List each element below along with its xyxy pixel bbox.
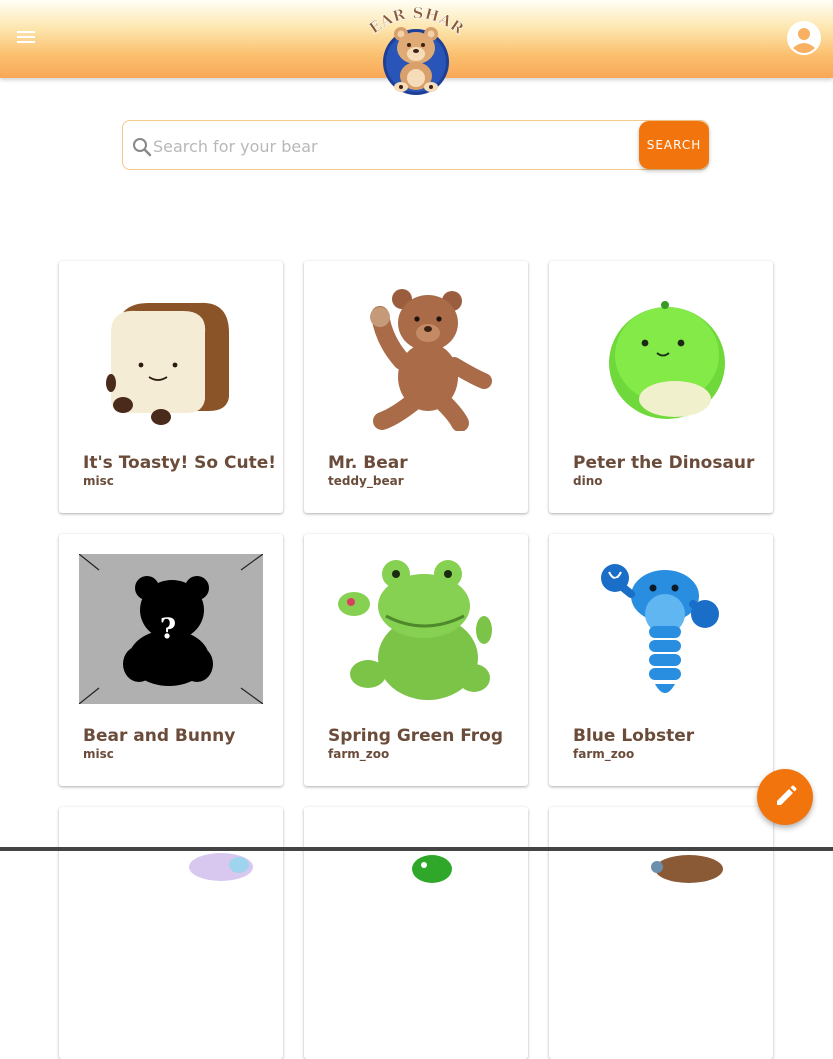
bear-card[interactable]: Spring Green Frog farm_zoo xyxy=(304,534,528,786)
bear-card[interactable]: It's Toasty! So Cute! misc xyxy=(59,261,283,513)
bear-card[interactable] xyxy=(304,807,528,1059)
placeholder-bear-question-image: ? xyxy=(79,554,263,704)
bear-card[interactable]: Mr. Bear teddy_bear xyxy=(304,261,528,513)
pencil-icon xyxy=(777,785,797,805)
bear-grid: It's Toasty! So Cute! misc Mr. Bear tedd… xyxy=(0,0,833,1059)
app-header: BEAR SHARE xyxy=(0,0,833,95)
bottom-edge xyxy=(0,847,833,851)
card-title: It's Toasty! So Cute! xyxy=(83,453,277,473)
bear-card[interactable]: Peter the Dinosaur dino xyxy=(549,261,773,513)
green-frog-plush-image xyxy=(338,560,492,700)
teddy-bear-plush-image xyxy=(370,289,492,431)
card-title: Spring Green Frog xyxy=(328,726,503,746)
card-title: Blue Lobster xyxy=(573,726,695,746)
card-category: misc xyxy=(83,747,114,761)
bear-card[interactable] xyxy=(59,807,283,1059)
green-dino-plush-image xyxy=(609,301,725,419)
card-title: Peter the Dinosaur xyxy=(573,453,755,473)
card-category: dino xyxy=(573,474,603,488)
account-circle-icon[interactable] xyxy=(786,20,822,56)
card-title: Bear and Bunny xyxy=(83,726,236,746)
card-title: Mr. Bear xyxy=(328,453,408,473)
blue-lobster-plush-image xyxy=(601,564,719,693)
menu-icon xyxy=(14,31,38,43)
card-category: farm_zoo xyxy=(328,747,390,761)
bear-share-logo[interactable]: BEAR SHARE xyxy=(366,4,466,98)
edit-fab-button[interactable] xyxy=(757,769,813,825)
card-category: misc xyxy=(83,474,114,488)
svg-text:?: ? xyxy=(160,612,176,645)
toast-plush-image xyxy=(106,302,229,425)
bear-card[interactable]: ? Bear and Bunny misc xyxy=(59,534,283,786)
bear-card[interactable] xyxy=(549,807,773,1059)
card-category: teddy_bear xyxy=(328,474,404,488)
menu-button[interactable] xyxy=(14,28,38,48)
bear-card[interactable]: Blue Lobster farm_zoo xyxy=(549,534,773,786)
card-category: farm_zoo xyxy=(573,747,635,761)
